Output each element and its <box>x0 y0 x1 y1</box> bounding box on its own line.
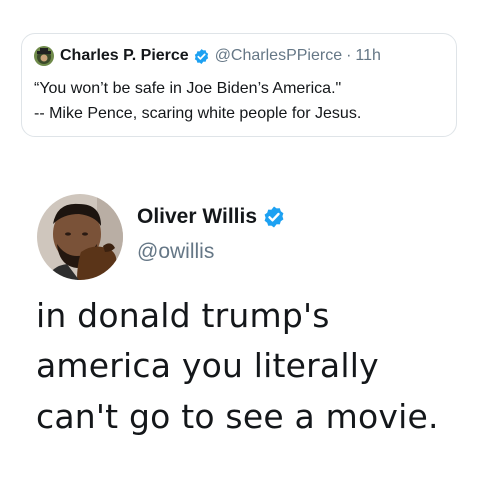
author-avatar[interactable] <box>37 194 123 280</box>
quoted-tweet-timestamp[interactable]: 11h <box>355 47 381 65</box>
header-separator: · <box>346 47 352 64</box>
quoted-tweet-text-line: “You won’t be safe in Joe Biden’s Americ… <box>34 80 342 97</box>
quoted-tweet-text-line: -- Mike Pence, scaring white people for … <box>34 105 362 122</box>
verified-badge-icon <box>193 48 210 65</box>
quoted-author-handle[interactable]: @CharlesPPierce <box>215 47 342 65</box>
tweet-text-line: can't go to see a movie. <box>36 397 439 436</box>
author-handle[interactable]: @owillis <box>137 240 214 264</box>
verified-badge-icon <box>262 205 286 229</box>
author-name[interactable]: Oliver Willis <box>137 205 257 229</box>
tweet-text-line: in donald trump's <box>36 296 330 335</box>
author-name-row: Oliver Willis <box>137 205 286 229</box>
tweet-text-line: america you literally <box>36 346 379 385</box>
quoted-author-name[interactable]: Charles P. Pierce <box>60 47 189 65</box>
quoted-tweet-header: Charles P. Pierce @CharlesPPierce · 11h <box>34 45 381 67</box>
quoted-tweet-card[interactable]: Charles P. Pierce @CharlesPPierce · 11h … <box>21 33 457 137</box>
quoted-author-avatar[interactable] <box>34 46 54 66</box>
